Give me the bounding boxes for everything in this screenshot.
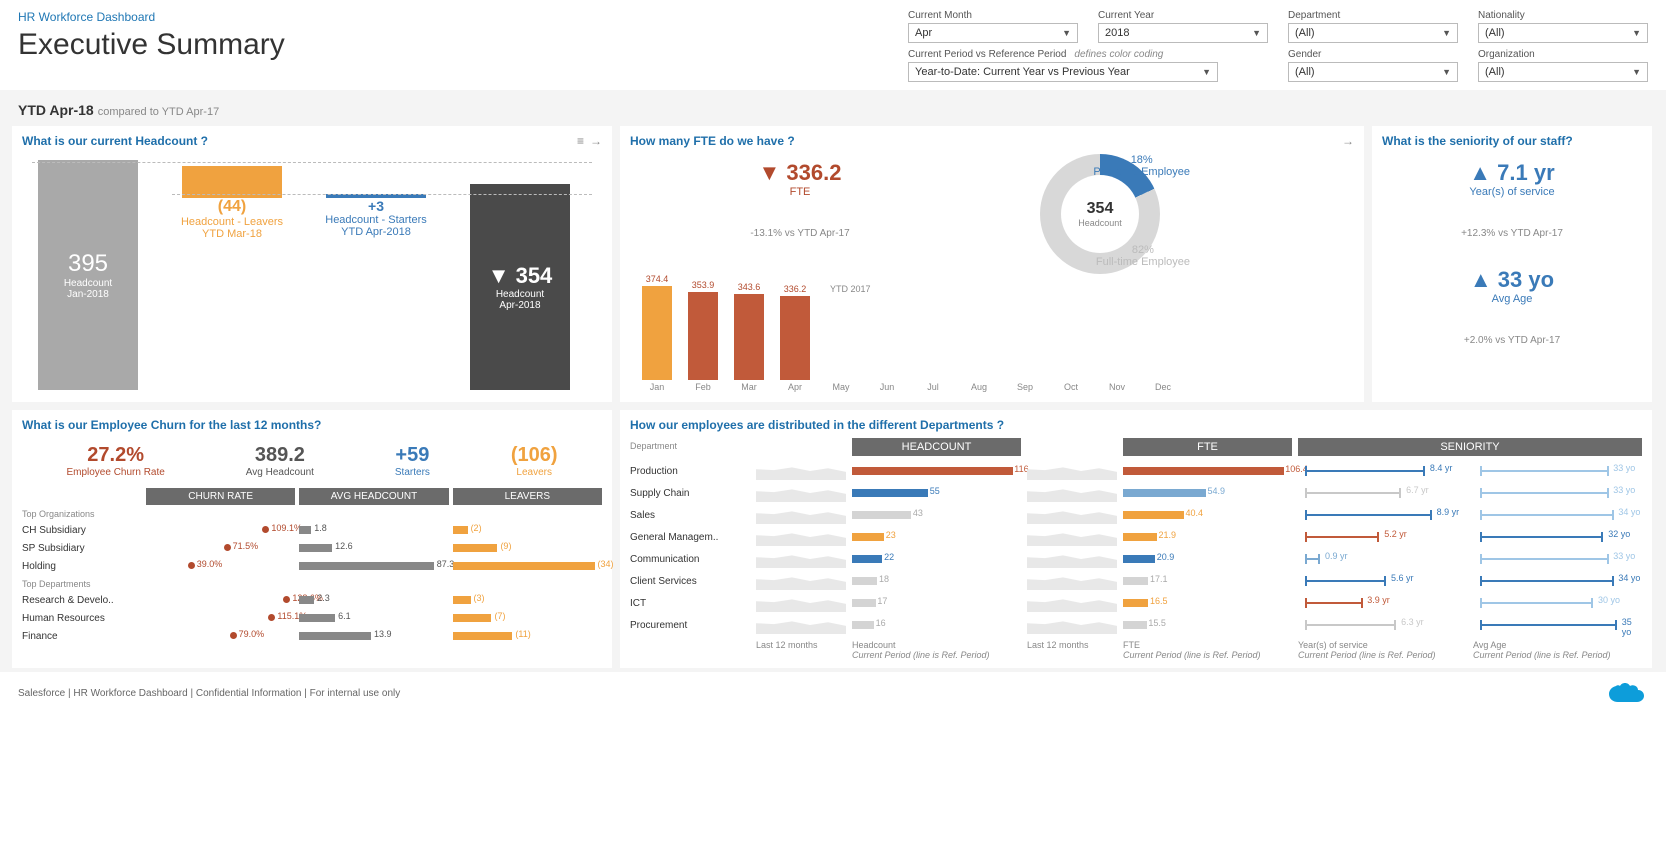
table-row: SP Subsidiary 71.5% 12.6 (9) [22,539,602,557]
panel-dept-dist: How our employees are distributed in the… [620,410,1652,668]
page-title: Executive Summary [18,28,285,62]
arrow-right-icon[interactable]: → [590,134,602,148]
chevron-down-icon: ▼ [1632,28,1641,38]
panel-seniority: What is the seniority of our staff? ▲ 7.… [1372,126,1652,402]
chevron-down-icon: ▼ [1062,28,1071,38]
filter-month[interactable]: Apr▼ [908,23,1078,43]
salesforce-logo-icon [1608,678,1648,709]
filter-organization[interactable]: (All)▼ [1478,62,1648,82]
fte-monthly-bars: 374.4Jan353.9Feb343.6Mar336.2AprMayJunJu… [630,282,1190,392]
panel-fte: How many FTE do we have ? → ▼ 336.2 FTE … [620,126,1364,402]
table-row: Communication 22 20.9 0.9 yr 33 yo [630,548,1642,570]
chevron-down-icon: ▼ [1252,28,1261,38]
filter-nationality[interactable]: (All)▼ [1478,23,1648,43]
panel-title: How our employees are distributed in the… [630,418,1642,432]
fte-month-bar: Nov [1100,380,1134,392]
panel-title: What is our Employee Churn for the last … [22,418,602,432]
filter-label-nat: Nationality [1478,10,1648,21]
panel-headcount: What is our current Headcount ? ≡→ 395 H… [12,126,612,402]
table-row: CH Subsidiary 109.1% 1.8 (2) [22,521,602,539]
hc-leavers-value: (44) [218,198,246,216]
fte-month-bar: May [824,380,858,392]
filters: Current Month Apr▼ Current Year 2018▼ De… [908,10,1648,82]
hc-end-value: ▼ 354 [488,263,553,289]
filter-label-year: Current Year [1098,10,1268,21]
fte-delta: ▼ 336.2 [630,160,970,186]
table-row: Production 116 106.4 8.4 yr 33 yo [630,460,1642,482]
panel-title: What is the seniority of our staff? [1382,134,1642,148]
panel-title: How many FTE do we have ? [630,134,1354,148]
filter-year[interactable]: 2018▼ [1098,23,1268,43]
table-row: Finance 79.0% 13.9 (11) [22,627,602,645]
kpi-avg-hc: 389.2 [246,444,314,467]
chevron-down-icon: ▼ [1202,67,1211,77]
table-row: Supply Chain 55 54.9 6.7 yr 33 yo [630,482,1642,504]
fte-month-bar: Sep [1008,380,1042,392]
table-row: Procurement 16 15.5 6.3 yr 35 yo [630,614,1642,636]
fte-month-bar: Jun [870,380,904,392]
table-row: Client Services 18 17.1 5.6 yr 34 yo [630,570,1642,592]
seniority-years: ▲ 7.1 yr [1392,160,1632,186]
filter-dept[interactable]: (All)▼ [1288,23,1458,43]
fte-month-bar: Jul [916,380,950,392]
footer-text: Salesforce | HR Workforce Dashboard | Co… [18,688,400,699]
kpi-starters: +59 [395,444,430,467]
chevron-down-icon: ▼ [1442,28,1451,38]
table-row: Research & Develo.. 128.6% 2.3 (3) [22,591,602,609]
hc-starters-value: +3 [368,198,384,214]
fte-month-bar: Oct [1054,380,1088,392]
filter-label-period: Current Period vs Reference Perioddefine… [908,49,1268,60]
table-row: Sales 43 40.4 8.9 yr 34 yo [630,504,1642,526]
table-row: General Managem.. 23 21.9 5.2 yr 32 yo [630,526,1642,548]
arrow-right-icon[interactable]: → [1342,134,1354,148]
table-row: ICT 17 16.5 3.9 yr 30 yo [630,592,1642,614]
filter-label-gender: Gender [1288,49,1458,60]
filter-label-month: Current Month [908,10,1078,21]
chevron-down-icon: ▼ [1632,67,1641,77]
fte-month-bar: 374.4Jan [640,276,674,392]
fte-month-bar: 336.2Apr [778,286,812,392]
fte-month-bar: Dec [1146,380,1180,392]
filter-label-dept: Department [1288,10,1458,21]
chevron-down-icon: ▼ [1442,67,1451,77]
menu-icon[interactable]: ≡ [577,134,584,148]
subtitle: YTD Apr-18compared to YTD Apr-17 [18,102,1654,118]
table-row: Holding 39.0% 87.3 (34) [22,557,602,575]
fte-month-bar: 343.6Mar [732,284,766,392]
filter-label-org: Organization [1478,49,1648,60]
fte-month-bar: Aug [962,380,996,392]
breadcrumb[interactable]: HR Workforce Dashboard [18,10,285,24]
kpi-leavers: (106) [511,444,558,467]
hc-start-value: 395 [68,250,108,278]
panel-churn: What is our Employee Churn for the last … [12,410,612,668]
fte-month-bar: 353.9Feb [686,282,720,392]
filter-period[interactable]: Year-to-Date: Current Year vs Previous Y… [908,62,1218,82]
kpi-churn-rate: 27.2% [66,444,164,467]
panel-title: What is our current Headcount ? [22,134,602,148]
filter-gender[interactable]: (All)▼ [1288,62,1458,82]
seniority-age: ▲ 33 yo [1392,267,1632,293]
table-row: Human Resources 115.1% 6.1 (7) [22,609,602,627]
